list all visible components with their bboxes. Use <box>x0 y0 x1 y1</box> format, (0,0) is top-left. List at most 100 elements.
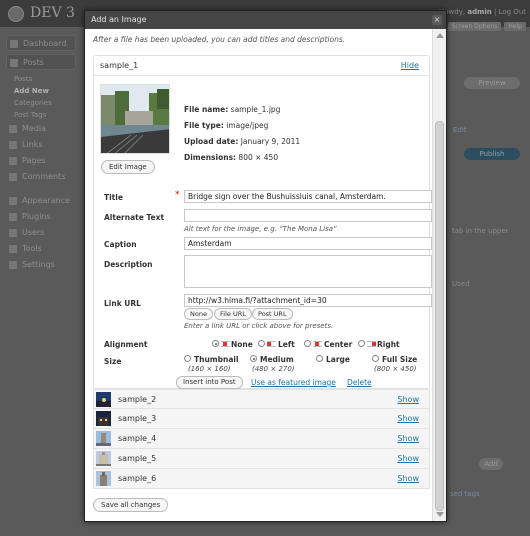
sidebar-item-plugins: Plugins <box>6 209 76 225</box>
edit-image-button[interactable]: Edit Image <box>101 160 155 174</box>
align-none-radio[interactable] <box>212 340 219 347</box>
insert-into-post-button[interactable]: Insert into Post <box>176 376 243 389</box>
list-item: sample_2 Show <box>93 389 430 409</box>
align-right-icon <box>367 341 376 347</box>
media-icon <box>9 125 17 133</box>
upload-date-value: January 9, 2011 <box>240 137 301 146</box>
publish-button-bg: Publish <box>464 148 520 160</box>
scrollbar-thumb[interactable] <box>435 121 444 511</box>
user-menu: Howdy, admin | Log Out <box>439 8 526 16</box>
description-textarea[interactable] <box>184 255 432 288</box>
sidebar-item-dashboard: Dashboard <box>6 35 76 51</box>
caption-input[interactable]: Amsterdam <box>184 237 432 250</box>
preview-button-bg: Preview <box>464 77 520 89</box>
align-right-label: Right <box>377 340 400 349</box>
screen-options-tab: Screen Options <box>447 22 502 31</box>
file-name-value: sample_1.jpg <box>230 105 281 114</box>
users-icon <box>9 229 17 237</box>
link-post-url-button[interactable]: Post URL <box>252 308 293 320</box>
sidebar-item-media: Media <box>6 121 76 137</box>
show-link[interactable]: Show <box>397 474 419 483</box>
file-metadata: File name: sample_1.jpg File type: image… <box>184 105 301 162</box>
size-thumbnail-label: Thumbnail <box>194 355 239 364</box>
dialog-title: Add an Image <box>91 15 147 24</box>
sidebar-sub-post-tags: Post Tags <box>14 111 47 119</box>
description-label: Description <box>104 260 153 269</box>
sidebar-sub-add-new: Add New <box>14 87 49 95</box>
sidebar-sub-posts: Posts <box>14 75 33 83</box>
align-left-radio[interactable] <box>258 340 265 347</box>
sidebar-item-settings: Settings <box>6 257 76 273</box>
save-all-changes-button[interactable]: Save all changes <box>93 498 169 512</box>
dashboard-icon <box>10 40 18 48</box>
alt-text-input[interactable] <box>184 209 432 222</box>
dialog-titlebar: Add an Image × <box>85 11 446 29</box>
show-link[interactable]: Show <box>397 434 419 443</box>
comments-icon <box>9 173 17 181</box>
link-file-url-button[interactable]: File URL <box>214 308 252 320</box>
user-name: admin <box>467 8 492 16</box>
media-item-expanded: sample_1 Hide Edit Image File name: samp… <box>93 55 432 389</box>
file-type-value: image/jpeg <box>226 121 269 130</box>
size-medium-dims: (480 × 270) <box>252 365 295 373</box>
scroll-down-icon[interactable] <box>436 512 444 517</box>
hide-link[interactable]: Hide <box>401 61 419 70</box>
show-link[interactable]: Show <box>397 414 419 423</box>
dimensions-value: 800 × 450 <box>238 153 279 162</box>
media-item-list: sample_2 Show sample_3 Show sample_4 Sho… <box>93 389 430 489</box>
intro-text: After a file has been uploaded, you can … <box>93 35 346 44</box>
link-url-input[interactable]: http://w3.hima.fi/?attachment_id=30 <box>184 294 432 307</box>
align-center-label: Center <box>324 340 353 349</box>
scroll-up-icon[interactable] <box>436 33 444 38</box>
list-item-name: sample_2 <box>118 395 157 404</box>
link-help: Enter a link URL or click above for pres… <box>184 322 334 330</box>
featured-image-link[interactable]: Use as featured image <box>251 378 336 387</box>
align-none-icon <box>221 341 230 347</box>
list-item: sample_4 Show <box>93 429 430 449</box>
show-link[interactable]: Show <box>397 395 419 404</box>
sidebar-sub-categories: Categories <box>14 99 52 107</box>
sidebar-item-users: Users <box>6 225 76 241</box>
align-right-radio[interactable] <box>358 340 365 347</box>
used-tags-link-bg: sed tags <box>450 490 480 498</box>
close-icon[interactable]: × <box>432 15 442 25</box>
size-label: Size <box>104 357 122 366</box>
used-text-bg: Used <box>452 280 470 288</box>
link-url-label: Link URL <box>104 299 141 308</box>
list-item-name: sample_5 <box>118 454 157 463</box>
links-icon <box>9 141 17 149</box>
size-medium-label: Medium <box>260 355 294 364</box>
list-item: sample_3 Show <box>93 409 430 429</box>
link-none-button[interactable]: None <box>184 308 213 320</box>
dialog-scrollbar[interactable] <box>432 29 446 521</box>
site-title: DEV 3 <box>30 5 75 21</box>
list-item-name: sample_3 <box>118 414 157 423</box>
list-item: sample_6 Show <box>93 469 430 489</box>
sample-3-thumbnail <box>96 411 111 426</box>
size-medium-radio[interactable] <box>250 355 257 362</box>
media-details: Edit Image File name: sample_1.jpg File … <box>94 76 429 179</box>
size-large-radio[interactable] <box>316 355 323 362</box>
title-input[interactable]: Bridge sign over the Bushuissluis canal,… <box>184 190 432 203</box>
list-item-name: sample_4 <box>118 434 157 443</box>
media-item-header: sample_1 Hide <box>94 56 429 76</box>
show-link[interactable]: Show <box>397 454 419 463</box>
add-image-dialog: Add an Image × After a file has been upl… <box>84 10 447 522</box>
align-center-icon <box>313 341 322 347</box>
delete-link[interactable]: Delete <box>347 378 372 387</box>
sidebar-item-links: Links <box>6 137 76 153</box>
sample-6-thumbnail <box>96 471 111 486</box>
admin-sidebar: Dashboard Posts Posts Add New Categories… <box>6 32 76 273</box>
sidebar-item-tools: Tools <box>6 241 76 257</box>
settings-icon <box>9 261 17 269</box>
size-full-label: Full Size <box>382 355 418 364</box>
size-large-label: Large <box>326 355 350 364</box>
list-item: sample_5 Show <box>93 449 430 469</box>
appearance-icon <box>9 197 17 205</box>
size-full-radio[interactable] <box>372 355 379 362</box>
size-thumbnail-radio[interactable] <box>184 355 191 362</box>
sample-2-thumbnail <box>96 392 111 407</box>
alt-text-label: Alternate Text <box>104 213 165 222</box>
align-center-radio[interactable] <box>304 340 311 347</box>
logout-link: Log Out <box>498 8 526 16</box>
